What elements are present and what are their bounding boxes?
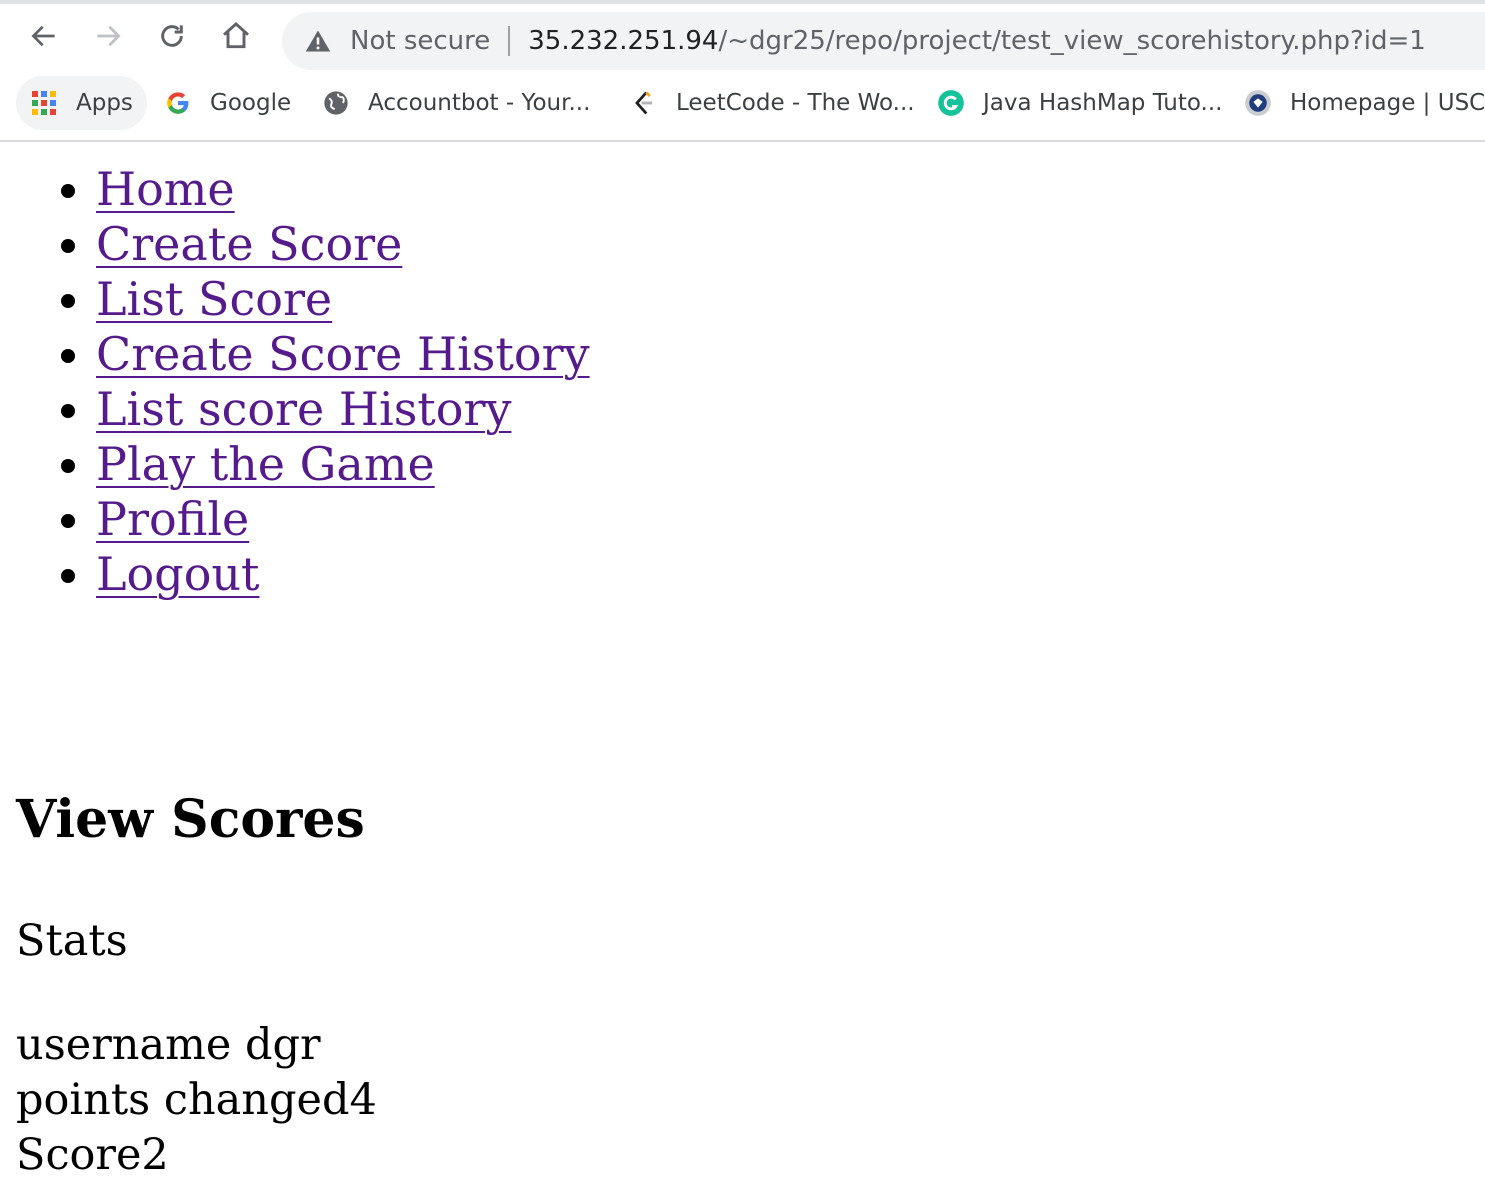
google-icon <box>164 89 192 117</box>
nav-link-list-score-history[interactable]: List score History <box>96 382 511 436</box>
nav-item-play-game: Play the Game <box>96 437 590 492</box>
main-nav-list: Home Create Score List Score Create Scor… <box>96 162 590 602</box>
reload-icon <box>161 25 183 47</box>
back-button[interactable] <box>26 18 62 54</box>
page-title: View Scores <box>16 789 365 850</box>
url-host[interactable]: 35.232.251.94 <box>528 26 718 56</box>
nav-item-list-score: List Score <box>96 272 590 327</box>
url-path[interactable]: /~dgr25/repo/project/test_view_scorehist… <box>718 26 1425 56</box>
grammarly-icon <box>937 89 965 117</box>
bookmark-label: Java HashMap Tuto... <box>983 90 1223 116</box>
nav-link-play-game[interactable]: Play the Game <box>96 437 435 491</box>
bookmark-label: Apps <box>76 90 133 116</box>
nav-link-list-score[interactable]: List Score <box>96 272 332 326</box>
bookmark-leetcode[interactable]: LeetCode - The Wo... <box>630 76 915 130</box>
leetcode-icon <box>630 89 658 117</box>
bookmarks-bar: Apps Google Accountbot - Your... LeetCod… <box>0 70 1485 140</box>
bookmark-apps[interactable]: Apps <box>16 76 147 130</box>
nav-link-profile[interactable]: Profile <box>96 492 249 546</box>
bookmark-java-hashmap[interactable]: Java HashMap Tuto... <box>937 76 1222 130</box>
bookmark-label: LeetCode - The Wo... <box>676 90 915 116</box>
nav-item-profile: Profile <box>96 492 590 547</box>
nav-link-create-score-history[interactable]: Create Score History <box>96 327 590 381</box>
nav-item-list-score-history: List score History <box>96 382 590 437</box>
browser-chrome: Not secure 35.232.251.94/~dgr25/repo/pro… <box>0 0 1485 142</box>
nav-item-logout: Logout <box>96 547 590 602</box>
bookmark-uscis[interactable]: Homepage | USCIS <box>1244 76 1485 130</box>
bookmark-label: Homepage | USCIS <box>1290 90 1485 116</box>
nav-link-create-score[interactable]: Create Score <box>96 217 402 271</box>
nav-item-create-score-history: Create Score History <box>96 327 590 382</box>
nav-item-create-score: Create Score <box>96 217 590 272</box>
nav-link-logout[interactable]: Logout <box>96 547 260 601</box>
uscis-seal-icon <box>1244 89 1272 117</box>
warning-triangle-icon[interactable] <box>304 27 332 55</box>
bookmark-google[interactable]: Google <box>164 76 291 130</box>
bookmark-label: Google <box>210 90 292 116</box>
back-arrow-icon <box>31 25 55 47</box>
nav-item-home: Home <box>96 162 590 217</box>
score-line: Score2 <box>16 1130 169 1180</box>
browser-toolbar: Not secure 35.232.251.94/~dgr25/repo/pro… <box>0 4 1485 70</box>
address-bar[interactable]: Not secure 35.232.251.94/~dgr25/repo/pro… <box>282 12 1485 70</box>
points-changed-line: points changed4 <box>16 1075 377 1125</box>
forward-button[interactable] <box>90 18 126 54</box>
security-label[interactable]: Not secure <box>350 26 490 56</box>
stats-label: Stats <box>16 916 128 966</box>
omnibox-separator <box>508 26 511 56</box>
home-icon <box>223 22 249 49</box>
reload-button[interactable] <box>154 18 190 54</box>
bookmark-accountbot[interactable]: Accountbot - Your... <box>322 76 590 130</box>
globe-icon <box>322 89 350 117</box>
bookmark-label: Accountbot - Your... <box>368 90 591 116</box>
forward-arrow-icon <box>97 25 121 47</box>
username-line: username dgr <box>16 1020 321 1070</box>
apps-grid-icon <box>30 89 58 117</box>
home-button[interactable] <box>218 18 254 54</box>
nav-link-home[interactable]: Home <box>96 162 235 216</box>
